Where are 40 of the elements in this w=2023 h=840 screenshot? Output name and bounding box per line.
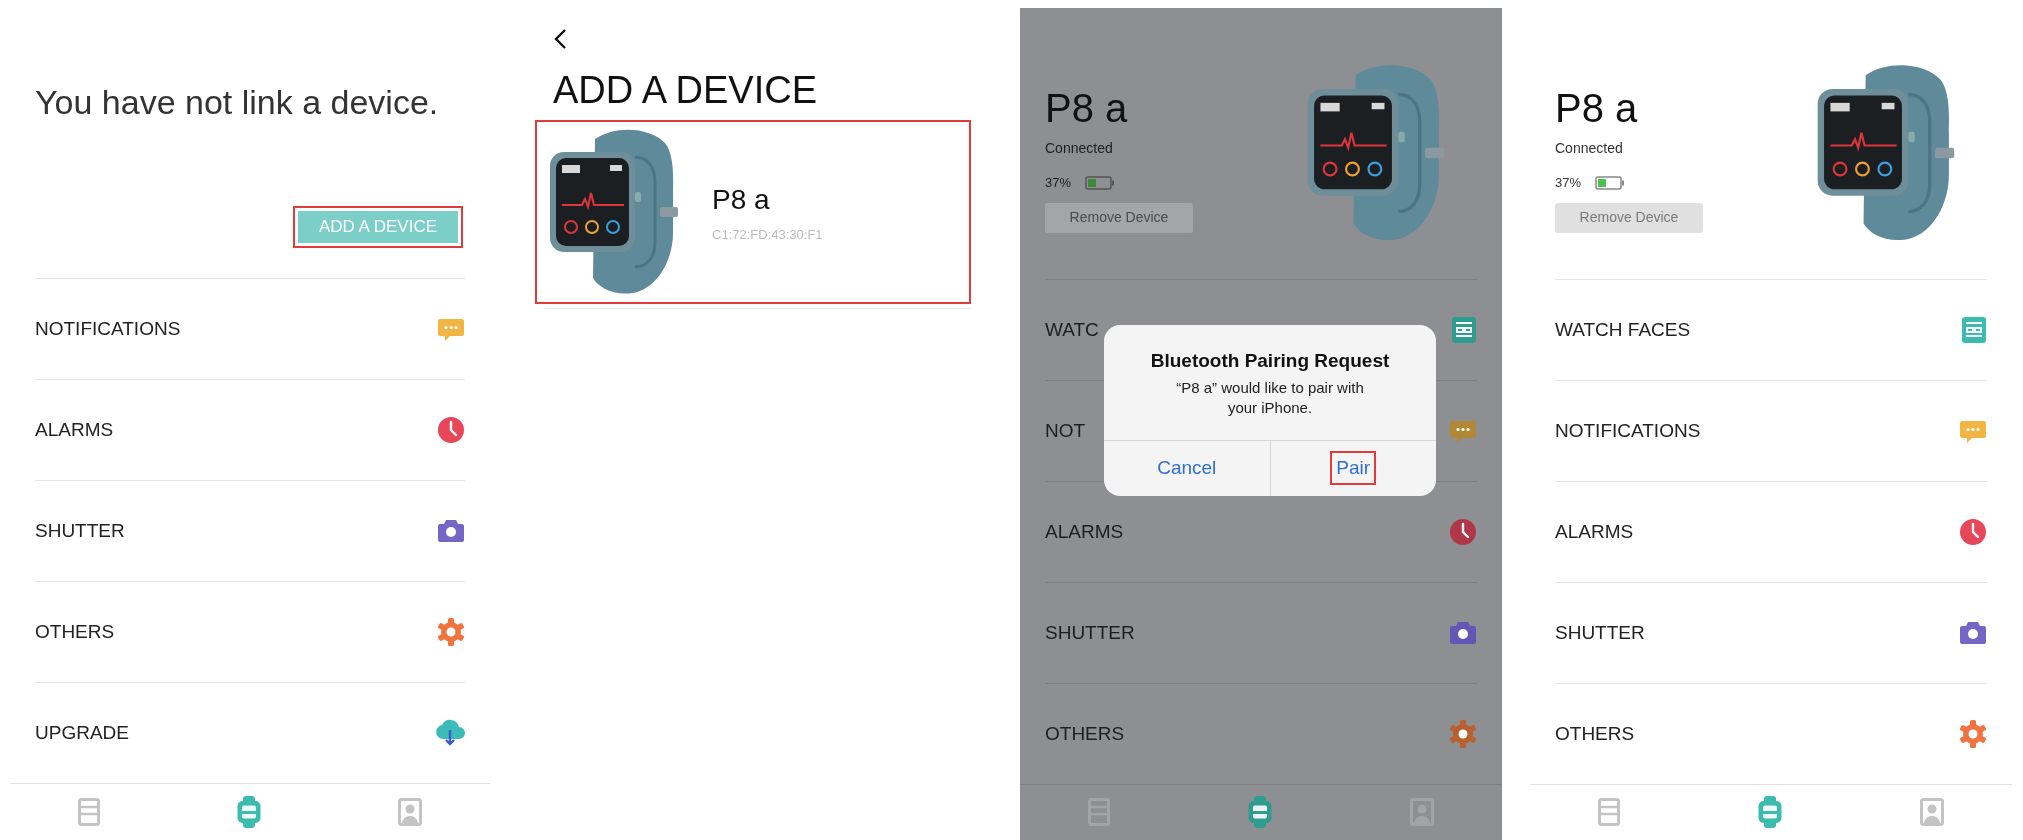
watch-tab-icon[interactable]: [236, 796, 262, 828]
device-address: C1:72:FD:43:30:F1: [712, 226, 823, 245]
menu-item[interactable]: SHUTTER: [1045, 618, 1135, 648]
device-card[interactable]: P8 a C1:72:FD:43:30:F1: [535, 120, 971, 304]
page-title: ADD A DEVICE: [553, 68, 818, 112]
menu-item[interactable]: WATCH FACES: [1555, 315, 1691, 345]
dialog-button[interactable]: Cancel: [1151, 450, 1223, 486]
menu-item[interactable]: SHUTTER: [35, 516, 125, 546]
empty-state-message: You have not link a device.: [35, 82, 440, 123]
menu-item[interactable]: NOT: [1045, 416, 1086, 446]
menu-item[interactable]: WATC: [1045, 315, 1099, 345]
connection-status: Connected: [1045, 139, 1114, 158]
battery-icon: [1085, 175, 1116, 190]
watch-tab-icon[interactable]: [1247, 796, 1273, 829]
cards-tab-icon[interactable]: [1598, 798, 1621, 827]
battery-percent: 37%: [1045, 174, 1072, 192]
battery-icon: [1595, 175, 1626, 190]
profile-tab-icon[interactable]: [1919, 798, 1944, 827]
menu-item[interactable]: ALARMS: [1555, 517, 1634, 547]
menu-item[interactable]: ALARMS: [35, 415, 114, 445]
profile-tab-icon[interactable]: [398, 798, 422, 826]
menu-item[interactable]: OTHERS: [1555, 719, 1635, 749]
device-name: P8 a: [1555, 86, 1639, 130]
menu-item[interactable]: SHUTTER: [1555, 618, 1645, 648]
connection-status: Connected: [1555, 139, 1624, 158]
battery-percent: 37%: [1555, 174, 1582, 192]
device-name: P8 a: [712, 183, 771, 218]
menu-item[interactable]: NOTIFICATIONS: [35, 314, 181, 344]
dialog-title: Bluetooth Pairing Request: [1149, 349, 1391, 373]
watch-tab-icon[interactable]: [1757, 796, 1783, 829]
menu-item[interactable]: OTHERS: [35, 617, 115, 647]
back-chevron-icon[interactable]: [553, 28, 567, 50]
menu-item[interactable]: NOTIFICATIONS: [1555, 416, 1701, 446]
menu-item[interactable]: ALARMS: [1045, 517, 1124, 547]
device-name: P8 a: [1045, 86, 1129, 130]
menu-item[interactable]: OTHERS: [1045, 719, 1125, 749]
menu-item[interactable]: UPGRADE: [35, 718, 129, 748]
dialog-message: “P8 a” would like to pair with your iPhone.: [1175, 377, 1365, 418]
cards-tab-icon[interactable]: [78, 798, 100, 826]
dialog-button[interactable]: Pair: [1330, 450, 1377, 486]
